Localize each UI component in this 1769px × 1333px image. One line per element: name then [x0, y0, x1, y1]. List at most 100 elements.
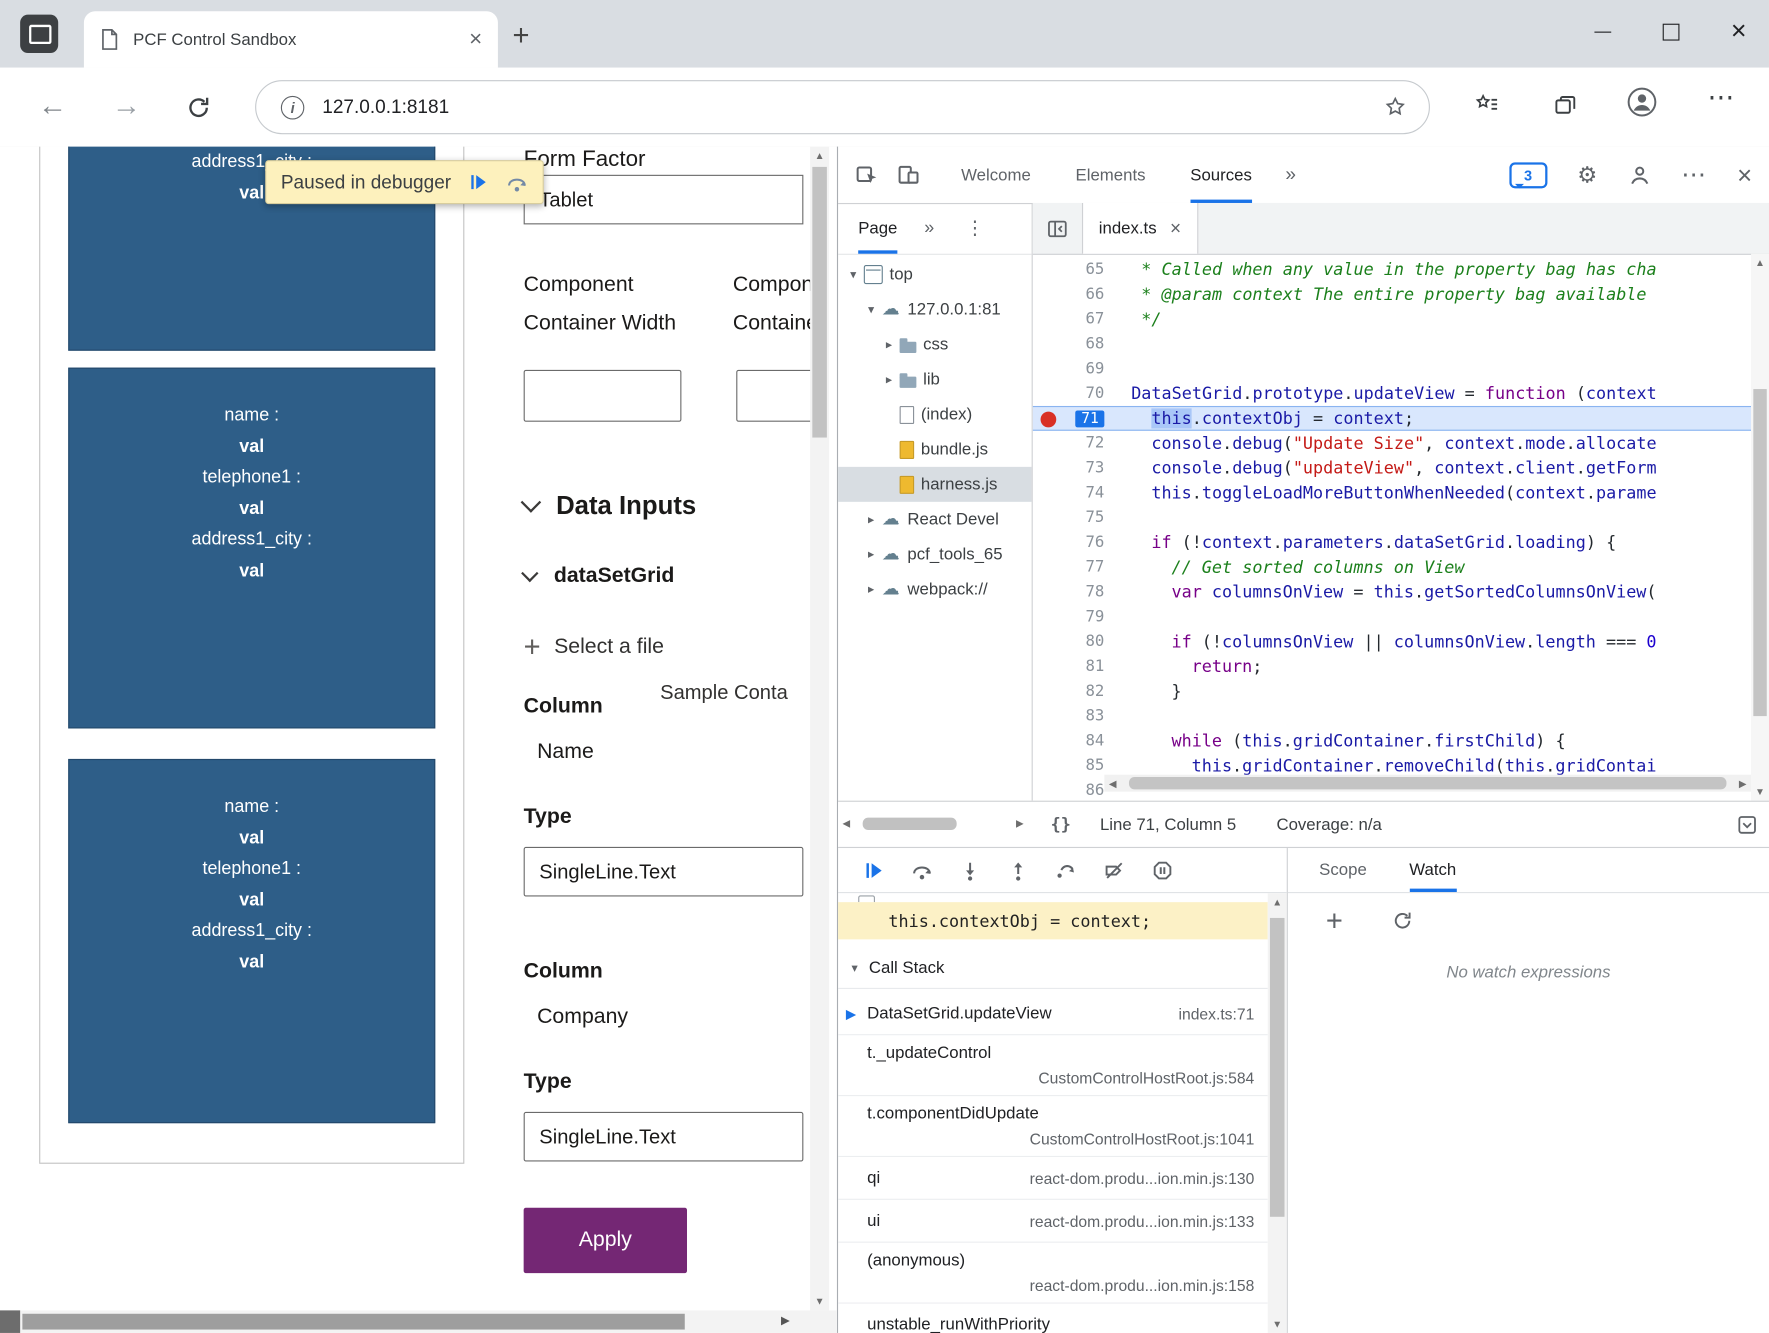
- deactivate-breakpoints-icon[interactable]: [1103, 859, 1125, 882]
- tree-item-top[interactable]: ▾top: [838, 257, 1032, 292]
- gutter-line-71[interactable]: 71: [1033, 407, 1120, 430]
- page-horizontal-scrollbar[interactable]: ▶: [0, 1310, 837, 1333]
- add-watch-icon[interactable]: +: [1326, 903, 1343, 938]
- step-over-icon[interactable]: [911, 859, 933, 882]
- breakpoint-icon[interactable]: [1041, 412, 1057, 428]
- data-inputs-section[interactable]: Data Inputs: [524, 491, 697, 521]
- tree-item-127-0-0-1-81[interactable]: ▾127.0.0.1:81: [838, 292, 1032, 327]
- step-over-icon[interactable]: [506, 171, 528, 194]
- inspect-element-icon[interactable]: [855, 162, 880, 187]
- gutter-line-69[interactable]: 69: [1033, 356, 1120, 381]
- profile-avatar[interactable]: [1627, 87, 1657, 117]
- column-type-input[interactable]: SingleLine.Text: [524, 847, 804, 897]
- apply-button[interactable]: Apply: [524, 1208, 687, 1273]
- devtools-menu-icon[interactable]: ⋯: [1681, 160, 1707, 189]
- tab-page[interactable]: Page: [858, 203, 897, 254]
- settings-gear-icon[interactable]: ⚙: [1577, 161, 1597, 189]
- new-tab-button[interactable]: +: [512, 18, 529, 53]
- site-info-icon[interactable]: i: [281, 95, 304, 119]
- editor-vertical-scrollbar[interactable]: ▲ ▼: [1751, 254, 1769, 801]
- more-navigator-tabs-icon[interactable]: »: [924, 218, 934, 238]
- call-stack-frame[interactable]: t._updateControlCustomControlHostRoot.js…: [838, 1035, 1268, 1096]
- forward-button[interactable]: →: [112, 88, 141, 123]
- editor-tab-index-ts[interactable]: index.ts ×: [1082, 203, 1198, 254]
- scrollbar-thumb[interactable]: [812, 167, 827, 438]
- collections-icon[interactable]: [1553, 92, 1578, 117]
- gutter-line-83[interactable]: 83: [1033, 704, 1120, 729]
- gutter-line-82[interactable]: 82: [1033, 679, 1120, 704]
- scrollbar-thumb[interactable]: [1270, 918, 1285, 1217]
- gutter-line-65[interactable]: 65: [1033, 257, 1120, 282]
- tab-close-icon[interactable]: ×: [469, 28, 482, 51]
- tree-item-webpack-[interactable]: ▸webpack://: [838, 572, 1032, 607]
- scrollbar-thumb[interactable]: [22, 1314, 684, 1330]
- gutter-line-66[interactable]: 66: [1033, 282, 1120, 307]
- gutter-line-72[interactable]: 72: [1033, 431, 1120, 456]
- device-toolbar-icon[interactable]: [896, 162, 921, 187]
- address-bar[interactable]: i 127.0.0.1:8181: [255, 80, 1430, 134]
- tree-item-react-devel[interactable]: ▸React Devel: [838, 502, 1032, 537]
- gutter-line-67[interactable]: 67: [1033, 307, 1120, 332]
- scrollbar-thumb[interactable]: [1753, 389, 1766, 716]
- gutter-line-77[interactable]: 77: [1033, 555, 1120, 580]
- form-factor-select[interactable]: Tablet: [524, 175, 804, 225]
- scrollbar-thumb[interactable]: [1129, 777, 1726, 789]
- gutter-line-79[interactable]: 79: [1033, 604, 1120, 629]
- gutter-line-74[interactable]: 74: [1033, 480, 1120, 505]
- debugger-vertical-scrollbar[interactable]: ▲ ▼: [1268, 893, 1287, 1333]
- panel-toggle-icon[interactable]: [1737, 814, 1758, 835]
- call-stack-frame[interactable]: unstable_runWithPriority: [838, 1304, 1268, 1333]
- step-into-icon[interactable]: [959, 859, 981, 882]
- step-out-icon[interactable]: [1007, 859, 1029, 882]
- resume-script-icon[interactable]: [468, 171, 489, 192]
- tree-item-pcf-tools-65[interactable]: ▸pcf_tools_65: [838, 537, 1032, 572]
- navigator-horizontal-scrollbar[interactable]: ◀ ▶: [838, 802, 1033, 847]
- container-height-input[interactable]: [736, 370, 814, 422]
- sidebar-tab-watch[interactable]: Watch: [1409, 848, 1456, 892]
- navigator-menu-icon[interactable]: ⋮: [966, 217, 985, 240]
- console-messages-badge[interactable]: 3: [1509, 162, 1547, 188]
- call-stack-frame[interactable]: t.componentDidUpdateCustomControlHostRoo…: [838, 1096, 1268, 1157]
- call-stack-frame[interactable]: qireact-dom.produ...ion.min.js:130: [838, 1157, 1268, 1200]
- gutter-line-75[interactable]: 75: [1033, 505, 1120, 530]
- column-type-input[interactable]: SingleLine.Text: [524, 1112, 804, 1162]
- window-minimize-button[interactable]: [1594, 31, 1611, 32]
- editor-horizontal-scrollbar[interactable]: ◀ ▶: [1104, 775, 1751, 792]
- browser-tab[interactable]: PCF Control Sandbox ×: [84, 11, 498, 67]
- devtools-tab-welcome[interactable]: Welcome: [961, 147, 1031, 203]
- devtools-tab-elements[interactable]: Elements: [1076, 147, 1146, 203]
- resume-script-icon[interactable]: [863, 859, 885, 882]
- gutter-line-84[interactable]: 84: [1033, 728, 1120, 753]
- refresh-button[interactable]: [186, 95, 212, 121]
- gutter-line-80[interactable]: 80: [1033, 629, 1120, 654]
- tree-item-harness-js[interactable]: harness.js: [838, 467, 1032, 502]
- gutter-line-70[interactable]: 70: [1033, 381, 1120, 406]
- gutter-line-73[interactable]: 73: [1033, 456, 1120, 481]
- pretty-print-icon[interactable]: {}: [1051, 814, 1071, 834]
- refresh-watch-icon[interactable]: [1392, 909, 1413, 930]
- call-stack-header[interactable]: ▾Call Stack: [838, 947, 1268, 989]
- dataset-grid-section[interactable]: dataSetGrid: [524, 564, 675, 589]
- scroll-right-icon[interactable]: ▶: [781, 1315, 790, 1327]
- tree-item-lib[interactable]: ▸lib: [838, 362, 1032, 397]
- tree-item-css[interactable]: ▸css: [838, 327, 1032, 362]
- back-button[interactable]: ←: [38, 88, 67, 123]
- sidebar-tab-scope[interactable]: Scope: [1319, 848, 1367, 892]
- tree-item--index-[interactable]: (index): [838, 397, 1032, 432]
- container-width-input[interactable]: [524, 370, 682, 422]
- page-vertical-scrollbar[interactable]: ▲ ▼: [810, 147, 829, 1311]
- feedback-icon[interactable]: [1628, 163, 1651, 187]
- call-stack-frame[interactable]: uireact-dom.produ...ion.min.js:133: [838, 1200, 1268, 1243]
- tab-actions-icon[interactable]: [20, 15, 58, 53]
- gutter-line-81[interactable]: 81: [1033, 654, 1120, 679]
- step-icon[interactable]: [1055, 859, 1077, 882]
- window-close-button[interactable]: ×: [1731, 20, 1747, 43]
- scrollbar-thumb[interactable]: [863, 818, 957, 830]
- select-file-button[interactable]: +Select a file: [524, 629, 664, 664]
- add-favorite-icon[interactable]: [1384, 96, 1406, 119]
- devtools-tab-sources[interactable]: Sources: [1190, 147, 1252, 203]
- call-stack-frame[interactable]: ▶DataSetGrid.updateViewindex.ts:71: [838, 992, 1268, 1035]
- editor-tab-close-icon[interactable]: ×: [1170, 217, 1181, 240]
- call-stack-frame[interactable]: (anonymous)react-dom.produ...ion.min.js:…: [838, 1243, 1268, 1304]
- paused-location-line[interactable]: this.contextObj = context;: [838, 902, 1268, 939]
